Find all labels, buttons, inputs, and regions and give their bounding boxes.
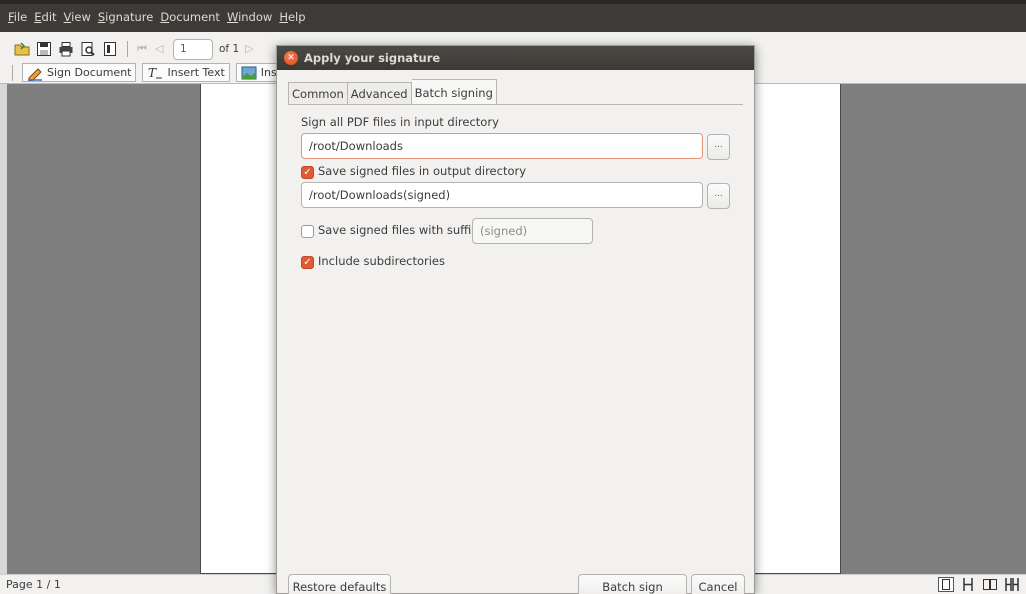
dialog-title: Apply your signature (304, 51, 441, 65)
input-directory-label: Sign all PDF files in input directory (301, 115, 499, 129)
document-left-edge (0, 84, 7, 574)
text-icon: T (148, 66, 163, 80)
save-suffix-checkbox[interactable] (301, 225, 314, 238)
insert-text-label: Insert Text (167, 66, 225, 79)
next-page-icon[interactable]: ▷ (245, 43, 257, 55)
save-icon[interactable] (36, 41, 52, 57)
svg-text:T: T (148, 66, 157, 80)
first-page-icon[interactable]: ⏮ (137, 43, 149, 55)
image-icon (241, 66, 257, 79)
input-directory-field[interactable]: /root/Downloads (301, 133, 703, 159)
toolbar-tools-row: Sign Document T Insert Text Ins (9, 63, 282, 82)
view-mode-group (938, 577, 1020, 592)
insert-text-button[interactable]: T Insert Text (142, 63, 230, 82)
dialog-titlebar[interactable]: ✕ Apply your signature (277, 46, 754, 70)
restore-defaults-button[interactable]: Restore defaults (288, 574, 391, 594)
sign-pen-icon (28, 67, 42, 81)
insert-image-label: Ins (260, 66, 277, 79)
tab-batch-signing[interactable]: Batch signing (411, 79, 497, 104)
dialog-tabs: Common Advanced Batch signing (288, 79, 497, 104)
sign-document-button[interactable]: Sign Document (22, 63, 137, 82)
sign-document-label: Sign Document (47, 66, 132, 79)
toolbar-main-row: ⏮ ◁ 1 of 1 ▷ (14, 38, 257, 60)
cancel-button[interactable]: Cancel (691, 574, 745, 594)
menu-items: File Edit View Signature Document Window… (8, 10, 306, 24)
tab-common[interactable]: Common (288, 82, 348, 104)
tab-advanced[interactable]: Advanced (347, 82, 412, 104)
menu-window[interactable]: Window (227, 10, 272, 24)
close-icon[interactable]: ✕ (284, 51, 298, 65)
output-directory-browse-button[interactable]: ... (707, 183, 730, 209)
properties-icon[interactable] (102, 41, 118, 57)
page-count-label: of 1 (219, 43, 240, 55)
menu-help[interactable]: Help (279, 10, 305, 24)
previous-page-icon[interactable]: ◁ (155, 43, 167, 55)
include-subdirectories-label[interactable]: Include subdirectories (318, 254, 445, 268)
save-output-checkbox[interactable]: ✓ (301, 166, 314, 179)
menu-document[interactable]: Document (160, 10, 220, 24)
toolbar-separator (12, 64, 13, 81)
page-number-input[interactable]: 1 (173, 38, 213, 60)
open-icon[interactable] (14, 41, 30, 57)
include-subdirectories-checkbox[interactable]: ✓ (301, 256, 314, 269)
output-directory-field[interactable]: /root/Downloads(signed) (301, 182, 703, 208)
batch-sign-button[interactable]: Batch sign (578, 574, 687, 594)
save-output-label[interactable]: Save signed files in output directory (318, 164, 526, 178)
menubar: File Edit View Signature Document Window… (0, 0, 1026, 32)
insert-image-button[interactable]: Ins (235, 63, 282, 82)
apply-signature-dialog: ✕ Apply your signature Common Advanced B… (276, 45, 755, 594)
page-status: Page 1 / 1 (6, 578, 61, 591)
two-page-continuous-view-icon[interactable] (1004, 577, 1020, 592)
single-page-view-icon[interactable] (938, 577, 954, 592)
print-preview-icon[interactable] (80, 41, 96, 57)
input-directory-browse-button[interactable]: ... (707, 134, 730, 160)
toolbar-separator (127, 41, 128, 57)
menu-signature[interactable]: Signature (98, 10, 154, 24)
save-suffix-label[interactable]: Save signed files with suffix (318, 223, 478, 237)
menu-view[interactable]: View (64, 10, 91, 24)
continuous-view-icon[interactable] (960, 577, 976, 592)
two-page-view-icon[interactable] (982, 577, 998, 592)
print-icon[interactable] (58, 41, 74, 57)
suffix-field[interactable]: (signed) (472, 218, 593, 244)
menu-edit[interactable]: Edit (34, 10, 56, 24)
menu-file[interactable]: File (8, 10, 27, 24)
